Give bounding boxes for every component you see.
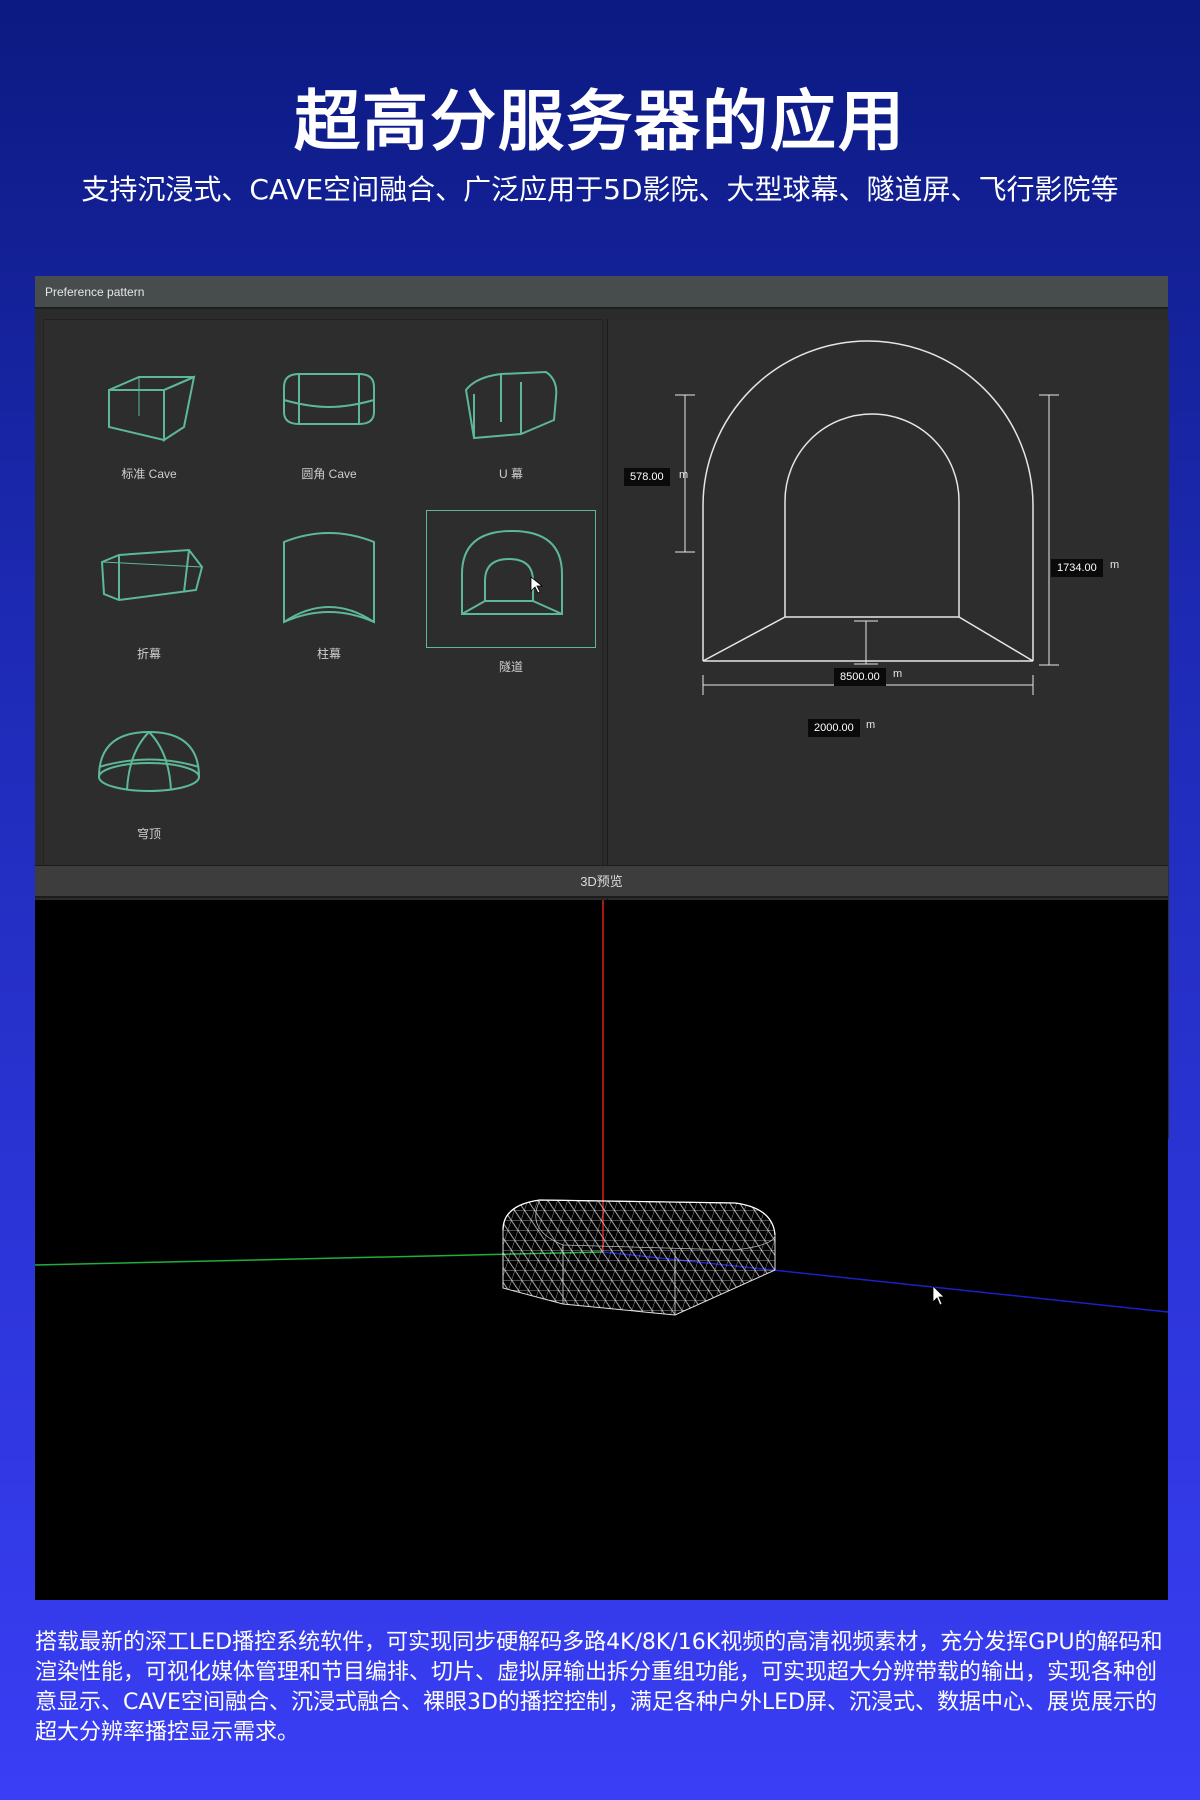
pattern-item-dome[interactable]: 穹顶: [64, 700, 234, 860]
depth-value[interactable]: 8500.00: [834, 668, 886, 686]
pattern-item-folding-screen[interactable]: 折幕: [64, 520, 234, 680]
pattern-item-cylinder-screen[interactable]: 柱幕: [244, 520, 414, 680]
app-window: Preference pattern 标准 Cave 圆角 Cave U 幕 折…: [35, 276, 1169, 1600]
pattern-label: 穹顶: [136, 827, 161, 841]
product-description: 搭载最新的深工LED播控系统软件，可实现同步硬解码多路4K/8K/16K视频的高…: [35, 1630, 1163, 1745]
tunnel-wireframe: [502, 1199, 776, 1316]
depth-unit: m: [893, 668, 903, 680]
pattern-label: 隧道: [498, 660, 523, 674]
hero-title: 超高分服务器的应用: [294, 83, 906, 160]
hero-subtitle: 支持沉浸式、CAVE空间融合、广泛应用于5D影院、大型球幕、隧道屏、飞行影院等: [81, 173, 1119, 206]
pattern-label: 标准 Cave: [121, 467, 177, 481]
width-value[interactable]: 2000.00: [808, 719, 860, 737]
width-unit: m: [866, 719, 876, 731]
arch-radius-value[interactable]: 578.00: [624, 468, 670, 486]
pattern-label: 折幕: [136, 647, 161, 661]
pattern-item-tunnel[interactable]: 隧道: [426, 510, 596, 674]
pattern-item-standard-cave[interactable]: 标准 Cave: [64, 340, 234, 500]
window-title: Preference pattern: [35, 276, 1168, 309]
height-value[interactable]: 1734.00: [1051, 559, 1103, 577]
pattern-item-u-screen[interactable]: U 幕: [426, 340, 596, 500]
pattern-item-rounded-cave[interactable]: 圆角 Cave: [244, 340, 414, 500]
preview-header: 3D预览: [35, 865, 1168, 898]
tunnel-wireframe-scene: [35, 900, 1168, 1316]
height-unit: m: [1110, 559, 1120, 571]
pattern-label: U 幕: [498, 467, 523, 481]
arch-radius-unit: m: [679, 469, 689, 481]
pattern-label: 柱幕: [316, 647, 341, 661]
mouse-cursor-icon: [932, 1285, 945, 1306]
pattern-label: 圆角 Cave: [301, 467, 357, 481]
tunnel-outline-diagram: [675, 340, 1059, 695]
3d-viewport[interactable]: [35, 900, 1168, 1600]
